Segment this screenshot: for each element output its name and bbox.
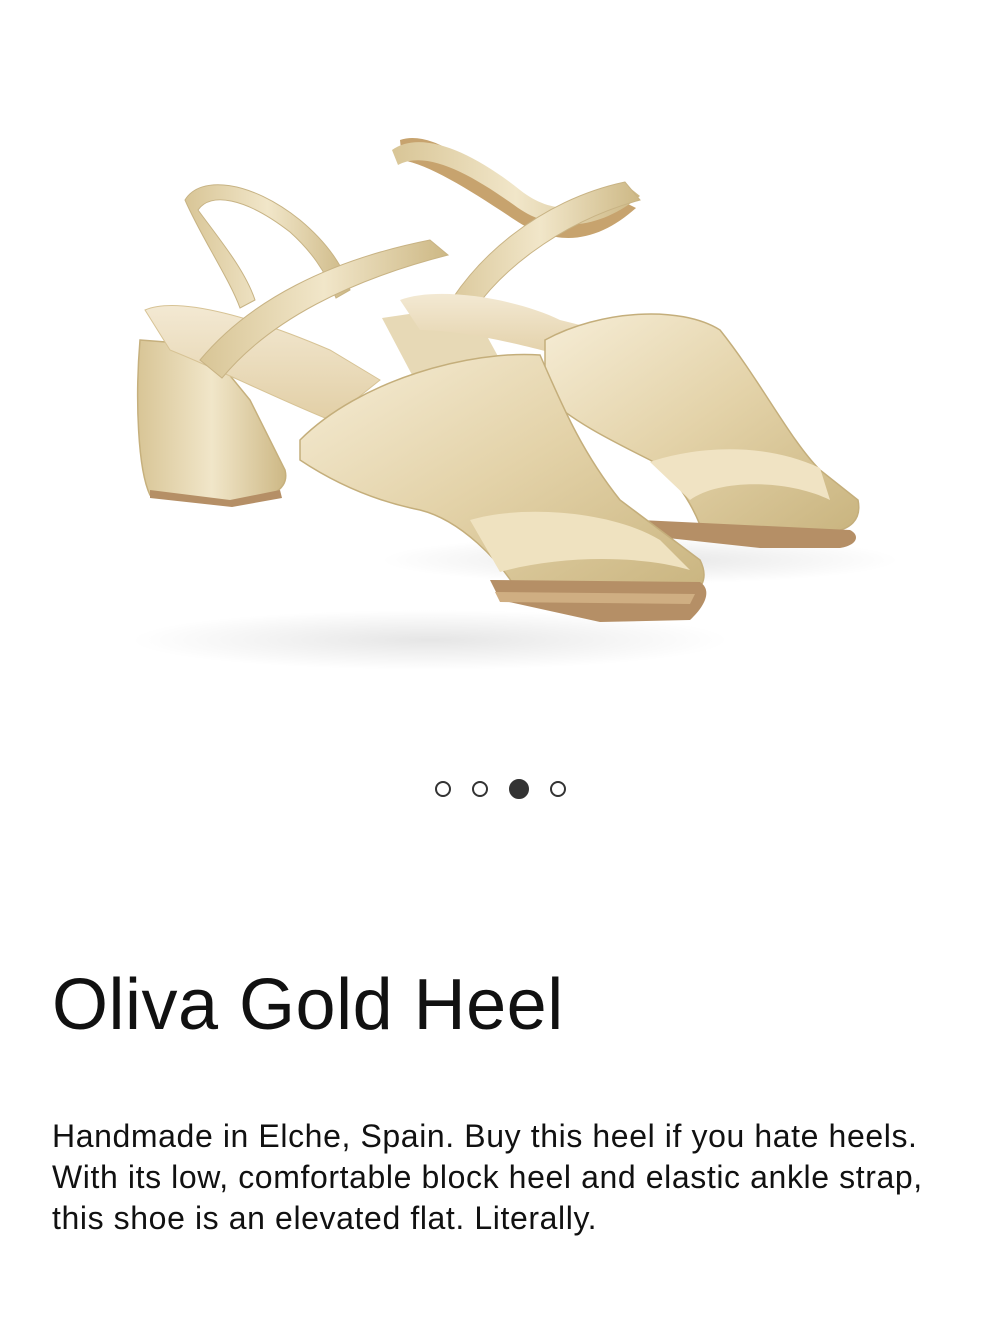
product-description: Handmade in Elche, Spain. Buy this heel … [52, 1118, 923, 1236]
carousel-dot-3-active[interactable] [508, 779, 529, 799]
product-title: Oliva Gold Heel [52, 965, 564, 1045]
carousel-dot-4[interactable] [549, 781, 566, 797]
carousel-dot-1[interactable] [434, 781, 451, 797]
carousel-dot-2[interactable] [471, 781, 488, 797]
carousel-pagination [0, 779, 1000, 799]
product-image-sandals [130, 138, 900, 670]
product-image-gallery[interactable] [0, 0, 1000, 760]
